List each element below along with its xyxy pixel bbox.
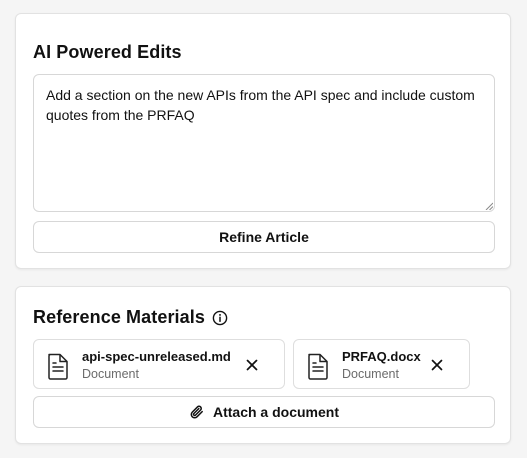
file-text-icon <box>48 353 68 380</box>
close-icon <box>246 359 258 371</box>
attach-document-button[interactable]: Attach a document <box>33 396 495 428</box>
document-chip[interactable]: PRFAQ.docx Document <box>293 339 470 389</box>
remove-document-button[interactable] <box>429 357 445 373</box>
refine-article-label: Refine Article <box>219 229 309 245</box>
document-name: PRFAQ.docx <box>342 349 421 364</box>
document-info: api-spec-unreleased.md Document <box>82 349 231 382</box>
document-type: Document <box>342 367 399 381</box>
info-icon[interactable] <box>212 310 228 326</box>
refine-article-button[interactable]: Refine Article <box>33 221 495 253</box>
attach-document-label: Attach a document <box>212 404 339 420</box>
paperclip-icon <box>190 405 203 419</box>
document-chip[interactable]: api-spec-unreleased.md Document <box>33 339 285 389</box>
document-info: PRFAQ.docx Document <box>342 349 421 382</box>
document-type: Document <box>82 367 139 381</box>
reference-materials-heading: Reference Materials <box>33 307 228 328</box>
edit-prompt-input[interactable]: Add a section on the new APIs from the A… <box>33 74 495 212</box>
close-icon <box>431 359 443 371</box>
file-text-icon <box>308 353 328 380</box>
ai-edits-title: AI Powered Edits <box>33 42 182 62</box>
remove-document-button[interactable] <box>244 357 260 373</box>
document-name: api-spec-unreleased.md <box>82 349 231 364</box>
reference-materials-card: Reference Materials api-spec-unreleased.… <box>15 286 511 444</box>
reference-materials-title: Reference Materials <box>33 307 205 327</box>
ai-edits-card: AI Powered Edits Add a section on the ne… <box>15 13 511 269</box>
resize-handle-icon[interactable] <box>485 202 493 210</box>
